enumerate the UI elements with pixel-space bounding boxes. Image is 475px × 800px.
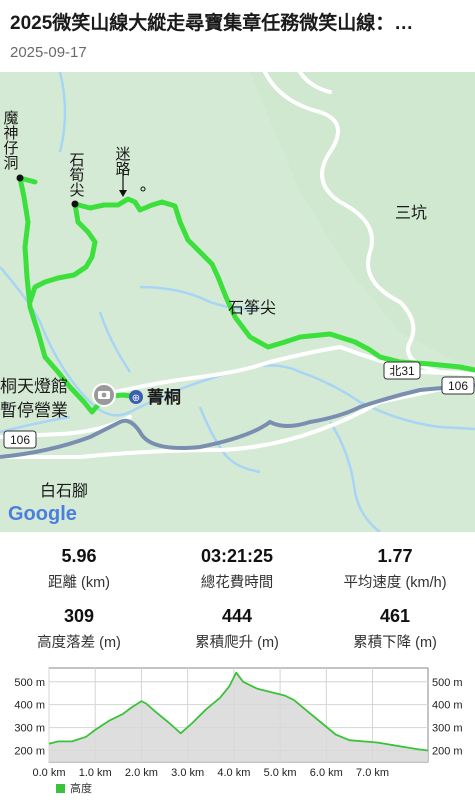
- activity-title[interactable]: 2025微笑山線大縱走尋寶集章任務微笑山線：…: [10, 8, 468, 35]
- stat-avg-speed: 1.77 平均速度 (km/h): [316, 546, 474, 592]
- activity-header: 2025微笑山線大縱走尋寶集章任務微笑山線：… 2025-09-17: [0, 0, 475, 72]
- road-106-left-text: 106: [10, 433, 30, 447]
- y-tick-label-left: 200 m: [14, 746, 45, 758]
- activity-date: 2025-09-17: [10, 44, 87, 61]
- start-marker: [16, 174, 24, 182]
- x-tick-label: 4.0 km: [217, 767, 250, 779]
- label-milu: 迷路: [114, 146, 131, 176]
- x-tick-label: 2.0 km: [125, 767, 158, 779]
- peak-marker: [71, 200, 79, 208]
- stat-label: 累積下降 (m): [353, 635, 437, 651]
- label-paused: 暫停營業: [0, 401, 68, 420]
- y-tick-label-right: 300 m: [432, 723, 463, 735]
- stat-label: 平均速度 (km/h): [343, 575, 447, 591]
- stat-ascent: 444 累積爬升 (m): [158, 606, 316, 652]
- y-tick-label-right: 400 m: [432, 700, 463, 712]
- stat-value: 5.96: [61, 546, 97, 566]
- y-tick-label-left: 400 m: [14, 700, 45, 712]
- stat-value: 309: [63, 606, 95, 626]
- road-106-right-text: 106: [448, 379, 468, 393]
- museum-pin-icon[interactable]: [92, 383, 116, 407]
- label-baishijiao: 白石腳: [40, 482, 88, 500]
- x-tick-label: 7.0 km: [356, 767, 389, 779]
- x-tick-label: 1.0 km: [79, 767, 112, 779]
- google-logo: Google: [8, 503, 77, 525]
- stat-label: 累積爬升 (m): [195, 635, 279, 651]
- x-tick-label: 6.0 km: [310, 767, 343, 779]
- chart-legend: 高度: [56, 780, 92, 796]
- stats-panel: 5.96 距離 (km) 03:21:25 總花費時間 1.77 平均速度 (k…: [0, 532, 475, 662]
- stat-value: 03:21:25: [200, 546, 274, 566]
- road-north31-text: 北31: [389, 364, 415, 378]
- label-shixun-jian: 石筍尖: [68, 152, 85, 197]
- label-jingtong: 菁桐: [147, 387, 181, 407]
- stat-label: 距離 (km): [47, 575, 110, 591]
- label-sankeng: 三坑: [395, 204, 427, 222]
- stat-descent: 461 累積下降 (m): [316, 606, 474, 652]
- y-tick-label-left: 500 m: [14, 677, 45, 689]
- stat-total-time: 03:21:25 總花費時間: [158, 546, 316, 592]
- label-shizheng-jian: 石筝尖: [228, 299, 276, 317]
- stat-distance: 5.96 距離 (km): [0, 546, 158, 592]
- rail-symbol: ⊕: [132, 393, 140, 404]
- x-tick-label: 3.0 km: [171, 767, 204, 779]
- stat-value: 461: [379, 606, 411, 626]
- route-map[interactable]: 魔神仔洞 石筍尖 迷路 三坑 石筝尖 菁桐 桐天燈館 暫停營業 白石腳 106 …: [0, 72, 475, 532]
- map-canvas[interactable]: 魔神仔洞 石筍尖 迷路 三坑 石筝尖 菁桐 桐天燈館 暫停營業 白石腳 106 …: [0, 72, 475, 532]
- y-tick-label-left: 300 m: [14, 723, 45, 735]
- y-tick-label-right: 200 m: [432, 746, 463, 758]
- x-tick-label: 5.0 km: [264, 767, 297, 779]
- stat-value: 1.77: [377, 546, 413, 566]
- legend-swatch: [56, 783, 65, 793]
- legend-label: 高度: [70, 783, 92, 795]
- label-tiandeng: 桐天燈館: [0, 377, 68, 396]
- stat-label: 總花費時間: [200, 575, 274, 591]
- stat-value: 444: [221, 606, 253, 626]
- y-tick-label-right: 500 m: [432, 677, 463, 689]
- label-moshen-cave: 魔神仔洞: [2, 110, 19, 170]
- stat-elevation-diff: 309 高度落差 (m): [0, 606, 158, 652]
- x-tick-label: 0.0 km: [32, 767, 65, 779]
- stat-label: 高度落差 (m): [37, 635, 121, 651]
